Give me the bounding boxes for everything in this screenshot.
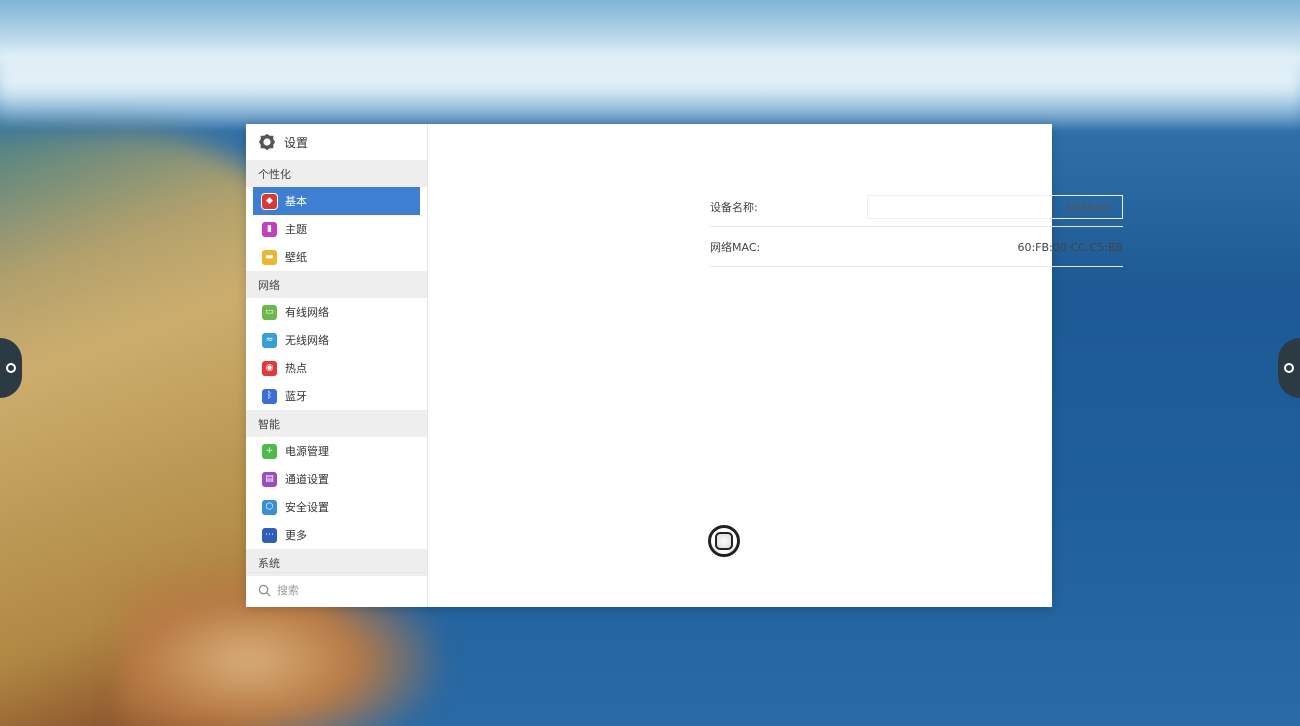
- sidebar-item-label: 有线网络: [285, 306, 329, 319]
- basic-icon: ◆: [262, 193, 277, 209]
- settings-sidebar: 设置 个性化 ◆ 基本 ▮ 主题 ▬ 壁纸网络 ▭ 有线网络 ≈ 无线网络 ◉ 热点 ᛒ 蓝牙智能 + 电源管理…: [246, 124, 428, 607]
- sidebar-header: 设置: [246, 124, 427, 160]
- sidebar-item-bluetooth[interactable]: ᛒ 蓝牙: [246, 382, 420, 410]
- mac-row: 网络MAC: 60:FB:00:CC:C5:BB: [710, 228, 1123, 267]
- settings-window: 设置 个性化 ◆ 基本 ▮ 主题 ▬ 壁纸网络 ▭ 有线网络 ≈ 无线网络 ◉ 热点 ᛒ 蓝牙智能 + 电源管理…: [246, 124, 1123, 607]
- sidebar-item-label: 电源管理: [285, 445, 329, 458]
- sidebar-item-label: 壁纸: [285, 251, 307, 264]
- channel-icon: ▤: [262, 471, 277, 487]
- sidebar-item-wifi[interactable]: ≈ 无线网络: [246, 326, 420, 354]
- device-name-label: 设备名称:: [710, 201, 758, 214]
- device-name-row: 设备名称: DzShare: [710, 188, 1123, 227]
- sidebar-title: 设置: [284, 135, 309, 150]
- sidebar-item-label: 安全设置: [285, 501, 329, 514]
- mac-label: 网络MAC:: [710, 241, 761, 254]
- sidebar-item-label: 更多: [285, 529, 307, 542]
- sidebar-item-hotspot[interactable]: ◉ 热点: [246, 354, 420, 382]
- sidebar-item-label: 蓝牙: [285, 390, 307, 403]
- sidebar-item-label: 基本: [285, 195, 307, 208]
- sidebar-section-header: 个性化: [246, 160, 427, 187]
- sidebar-section-header: 网络: [246, 271, 427, 298]
- sidebar-item-security[interactable]: ⬡ 安全设置: [246, 493, 420, 521]
- sidebar-search[interactable]: 搜索: [246, 572, 426, 607]
- theme-icon: ▮: [262, 221, 277, 237]
- sidebar-section-header: 智能: [246, 410, 427, 437]
- settings-content: 设备名称: DzShare 网络MAC: 60:FB:00:CC:C5:BB: [428, 124, 1123, 607]
- search-input[interactable]: 搜索: [277, 582, 299, 598]
- security-icon: ⬡: [262, 499, 277, 515]
- search-icon: [258, 584, 271, 596]
- desktop-background: 设置 个性化 ◆ 基本 ▮ 主题 ▬ 壁纸网络 ▭ 有线网络 ≈ 无线网络 ◉ 热点 ᛒ 蓝牙智能 + 电源管理…: [0, 0, 1300, 726]
- device-name-field[interactable]: DzShare: [867, 195, 1123, 219]
- wired-network-icon: ▭: [262, 304, 277, 320]
- hotspot-icon: ◉: [262, 360, 277, 376]
- sidebar-list: 个性化 ◆ 基本 ▮ 主题 ▬ 壁纸网络 ▭ 有线网络 ≈ 无线网络 ◉ 热点 ᛒ 蓝牙智能 + 电源管理 ▤ 通道…: [246, 160, 427, 576]
- sidebar-item-more[interactable]: ⋯ 更多: [246, 521, 420, 549]
- background-cloud: [0, 40, 1300, 130]
- sidebar-item-channel[interactable]: ▤ 通道设置: [246, 465, 420, 493]
- wallpaper-icon: ▬: [262, 249, 277, 265]
- sidebar-item-label: 热点: [285, 362, 307, 375]
- sidebar-item-basic[interactable]: ◆ 基本: [253, 187, 420, 215]
- left-edge-dot-icon: [6, 363, 16, 373]
- sidebar-item-label: 通道设置: [285, 473, 329, 486]
- sidebar-item-wallpaper[interactable]: ▬ 壁纸: [246, 243, 420, 271]
- sidebar-item-label: 主题: [285, 223, 307, 236]
- power-icon: +: [262, 443, 277, 459]
- home-button-icon: [715, 532, 733, 550]
- sidebar-item-label: 无线网络: [285, 334, 329, 347]
- gear-icon: [258, 133, 276, 151]
- more-icon: ⋯: [262, 527, 277, 543]
- mac-value: 60:FB:00:CC:C5:BB: [1017, 240, 1123, 254]
- device-name-value: DzShare: [1066, 200, 1112, 214]
- right-edge-tab[interactable]: [1278, 338, 1300, 398]
- wifi-icon: ≈: [262, 332, 277, 348]
- right-edge-dot-icon: [1284, 363, 1294, 373]
- sidebar-item-theme[interactable]: ▮ 主题: [246, 215, 420, 243]
- bluetooth-icon: ᛒ: [262, 388, 277, 404]
- floating-home-button[interactable]: [708, 525, 740, 557]
- sidebar-item-power[interactable]: + 电源管理: [246, 437, 420, 465]
- sidebar-item-wired-network[interactable]: ▭ 有线网络: [246, 298, 420, 326]
